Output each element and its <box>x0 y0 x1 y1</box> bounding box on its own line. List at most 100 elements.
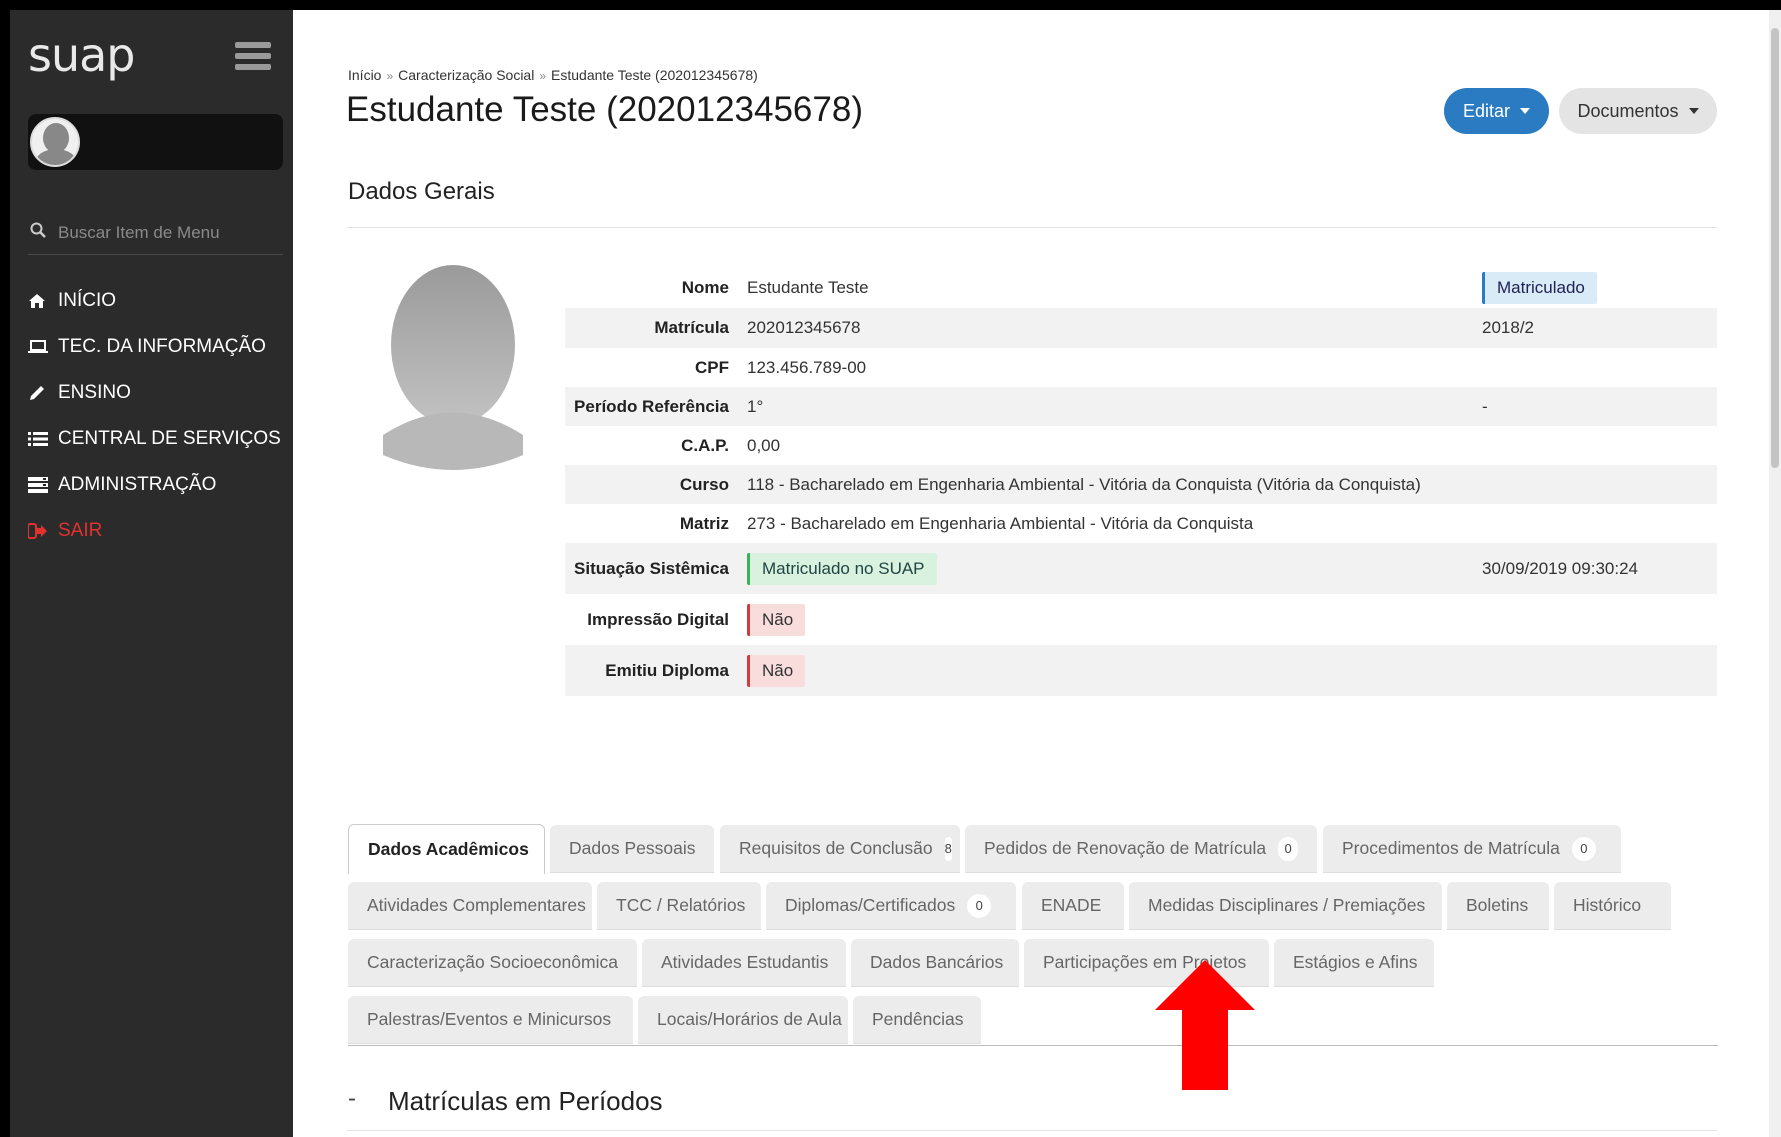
sidebar-item-label: ADMINISTRAÇÃO <box>58 474 217 495</box>
tab-procedimentos-matricula[interactable]: Procedimentos de Matrícula 0 <box>1323 825 1621 873</box>
tab-caracterizacao-socioeconomica[interactable]: Caracterização Socioeconômica <box>348 939 637 987</box>
divider <box>347 1130 1717 1131</box>
tab-label: Atividades Estudantis <box>661 952 829 972</box>
tab-label: Pendências <box>872 1009 964 1029</box>
documents-button[interactable]: Documentos <box>1559 88 1717 134</box>
tab-requisitos-conclusao[interactable]: Requisitos de Conclusão 8 <box>720 825 960 873</box>
tab-row: Dados Acadêmicos Dados Pessoais Requisit… <box>348 824 1718 882</box>
tab-label: Dados Pessoais <box>569 838 696 858</box>
tab-label: Dados Bancários <box>870 952 1004 972</box>
student-info-table: Nome Estudante Teste Matriculado Matrícu… <box>565 268 1717 696</box>
field-label: Impressão Digital <box>587 609 729 629</box>
breadcrumb: Início» Caracterização Social» Estudante T… <box>348 67 758 83</box>
field-label: Matriz <box>679 513 729 533</box>
diploma-badge: Não <box>747 654 806 687</box>
tab-palestras-eventos[interactable]: Palestras/Eventos e Minicursos <box>348 996 633 1044</box>
tab-historico[interactable]: Histórico <box>1554 882 1671 930</box>
field-label: Matrícula <box>654 318 729 337</box>
collapse-toggle[interactable]: - <box>348 1085 356 1113</box>
sidebar-item-administracao[interactable]: ADMINISTRAÇÃO <box>28 462 288 508</box>
tab-estagios-afins[interactable]: Estágios e Afins <box>1274 939 1434 987</box>
tab-pendencias[interactable]: Pendências <box>853 996 981 1044</box>
field-label: C.A.P. <box>681 435 729 455</box>
sidebar-item-label: TEC. DA INFORMAÇÃO <box>58 336 266 357</box>
status-badge: Matriculado <box>1482 272 1597 304</box>
search-input[interactable] <box>56 218 280 248</box>
home-icon <box>28 293 58 309</box>
sidebar-item-inicio[interactable]: INÍCIO <box>28 278 288 324</box>
field-value: 0,00 <box>747 435 781 455</box>
tab-pedidos-renovacao[interactable]: Pedidos de Renovação de Matrícula 0 <box>965 825 1317 873</box>
tab-label: Palestras/Eventos e Minicursos <box>367 1009 612 1029</box>
impressao-badge: Não <box>747 603 806 636</box>
tab-row: Caracterização Socioeconômica Atividades… <box>348 939 1718 996</box>
tab-enade[interactable]: ENADE <box>1022 882 1124 930</box>
count-badge: 0 <box>967 893 992 918</box>
breadcrumb-caracterizacao[interactable]: Caracterização Social <box>398 67 534 83</box>
sidebar-item-ensino[interactable]: ENSINO <box>28 370 288 416</box>
field-value: 123.456.789-00 <box>747 357 867 377</box>
tab-label: Diplomas/Certificados <box>785 895 956 915</box>
app-window: suap INÍCIO TEC. DA INFORMAÇÃO ENSINO <box>10 10 1781 1137</box>
app-logo[interactable]: suap <box>28 28 136 82</box>
info-row-cap: C.A.P. 0,00 <box>565 426 1717 465</box>
tab-label: ENADE <box>1041 895 1102 915</box>
main-content: Início» Caracterização Social» Estudante T… <box>293 10 1781 1137</box>
search-icon <box>30 222 46 238</box>
scrollbar[interactable] <box>1769 10 1781 1137</box>
sidebar-item-tec-informacao[interactable]: TEC. DA INFORMAÇÃO <box>28 324 288 370</box>
edit-button[interactable]: Editar <box>1444 88 1549 134</box>
sidebar-item-label: INÍCIO <box>58 290 117 311</box>
tab-row: Atividades Complementares TCC / Relatóri… <box>348 882 1718 939</box>
breadcrumb-current: Estudante Teste (202012345678) <box>551 67 758 83</box>
field-value: 273 - Bacharelado em Engenharia Ambienta… <box>747 513 1254 533</box>
info-row-impressao: Impressão Digital Não <box>565 594 1717 645</box>
sidebar-item-sair[interactable]: SAIR <box>28 508 288 554</box>
sidebar-item-label: ENSINO <box>58 382 131 403</box>
period-value: 2018/2 <box>1482 318 1534 337</box>
caret-down-icon <box>1520 108 1531 114</box>
hamburger-menu-icon[interactable] <box>235 42 271 72</box>
avatar <box>30 117 80 167</box>
info-row-matricula: Matrícula 202012345678 2018/2 <box>565 308 1717 348</box>
tab-label: TCC / Relatórios <box>616 895 746 915</box>
tab-medidas-disciplinares[interactable]: Medidas Disciplinares / Premiações <box>1129 882 1442 930</box>
tabs: Dados Acadêmicos Dados Pessoais Requisit… <box>348 824 1718 1053</box>
count-badge: 8 <box>944 836 952 861</box>
tab-label: Histórico <box>1573 895 1642 915</box>
user-card[interactable] <box>28 114 283 170</box>
tab-dados-bancarios[interactable]: Dados Bancários <box>851 939 1019 987</box>
tab-label: Procedimentos de Matrícula <box>1342 838 1560 858</box>
sidebar-item-label: SAIR <box>58 520 103 541</box>
tab-atividades-complementares[interactable]: Atividades Complementares <box>348 882 592 930</box>
tab-locais-horarios[interactable]: Locais/Horários de Aula <box>638 996 848 1044</box>
tab-label: Boletins <box>1466 895 1529 915</box>
field-label: Situação Sistêmica <box>574 558 729 578</box>
tab-tcc-relatorios[interactable]: TCC / Relatórios <box>597 882 761 930</box>
field-value: 202012345678 <box>747 318 861 337</box>
tab-label: Requisitos de Conclusão <box>739 838 933 858</box>
info-row-cpf: CPF 123.456.789-00 <box>565 348 1717 387</box>
tab-dados-academicos[interactable]: Dados Acadêmicos <box>348 824 545 874</box>
field-value: 118 - Bacharelado em Engenharia Ambienta… <box>747 474 1421 494</box>
situacao-date: 30/09/2019 09:30:24 <box>1482 558 1638 578</box>
count-badge: 0 <box>1278 836 1298 861</box>
tab-diplomas-certificados[interactable]: Diplomas/Certificados 0 <box>766 882 1016 930</box>
scrollbar-thumb[interactable] <box>1771 28 1779 468</box>
info-row-diploma: Emitiu Diploma Não <box>565 645 1717 696</box>
field-label: Período Referência <box>574 396 729 416</box>
menu-search <box>28 212 283 255</box>
sidebar-item-central-servicos[interactable]: CENTRAL DE SERVIÇOS <box>28 416 288 462</box>
tab-atividades-estudantis[interactable]: Atividades Estudantis <box>642 939 846 987</box>
tab-dados-pessoais[interactable]: Dados Pessoais <box>550 825 714 873</box>
tab-boletins[interactable]: Boletins <box>1447 882 1549 930</box>
tab-label: Pedidos de Renovação de Matrícula <box>984 838 1267 858</box>
breadcrumb-inicio[interactable]: Início <box>348 67 381 83</box>
sign-out-icon <box>28 523 58 539</box>
tab-label: Atividades Complementares <box>367 895 586 915</box>
info-row-situacao: Situação Sistêmica Matriculado no SUAP 3… <box>565 543 1717 594</box>
info-row-nome: Nome Estudante Teste Matriculado <box>565 268 1717 308</box>
student-photo-placeholder <box>383 265 523 470</box>
red-arrow-annotation <box>1155 960 1255 1090</box>
tabs-divider <box>348 1045 1718 1046</box>
